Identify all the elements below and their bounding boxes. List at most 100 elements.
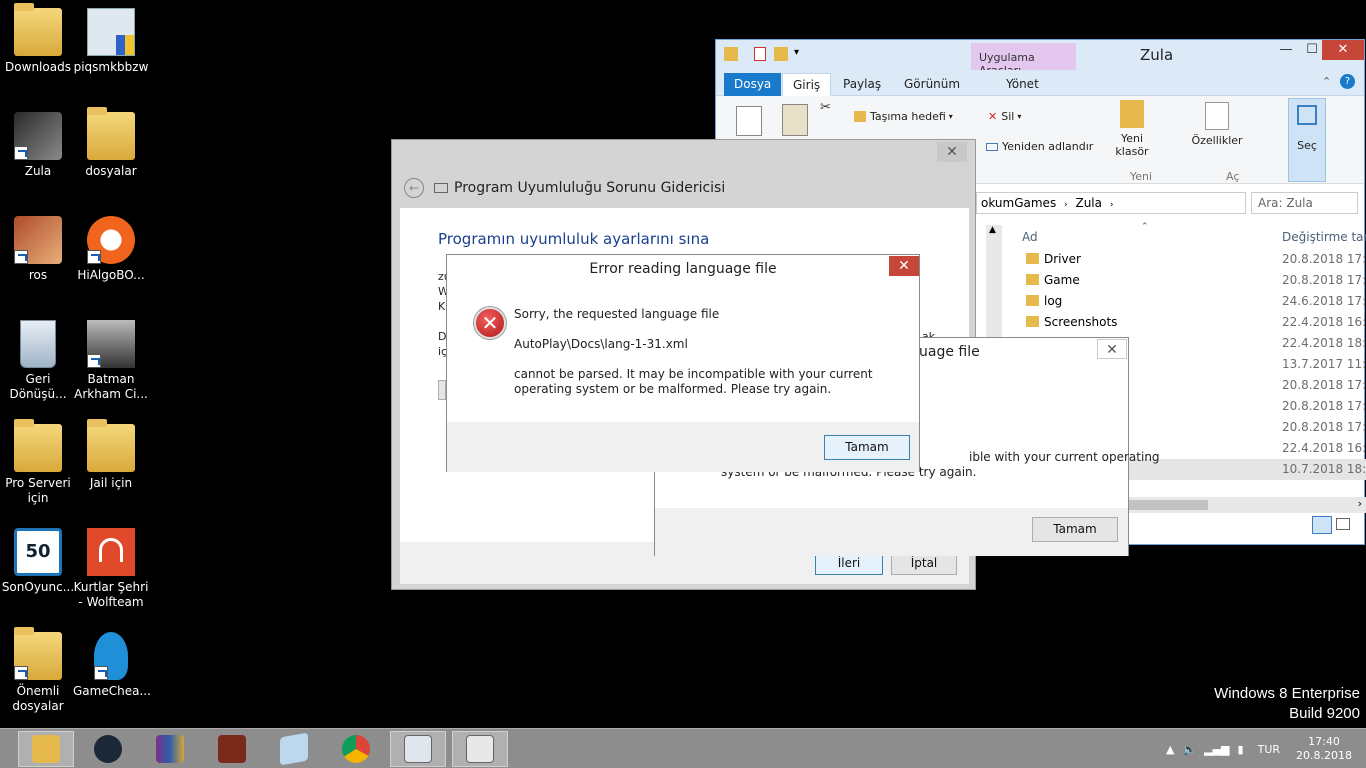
horizontal-scrollbar[interactable]: ›	[1126, 497, 1366, 513]
scissors-icon[interactable]: ✂	[820, 100, 831, 115]
folder-icon[interactable]	[724, 47, 738, 61]
delete-button[interactable]: ✕ Sil ▾	[988, 110, 1021, 123]
chevron-down-icon[interactable]: ▾	[794, 47, 799, 58]
back-arrow-icon[interactable]: ←	[404, 178, 424, 198]
desktop-icon-pro-serveri[interactable]: Pro Serveri için	[0, 419, 76, 506]
folder-icon	[14, 627, 62, 680]
file-row[interactable]: Driver 20.8.2018 17:24	[976, 249, 1366, 270]
address-bar[interactable]: okumGames › Zula ›	[976, 192, 1246, 214]
desktop-icon-hialgoboost[interactable]: HiAlgoBO...	[73, 216, 149, 283]
language-indicator[interactable]: TUR	[1258, 743, 1280, 756]
ok-button[interactable]: Tamam	[824, 435, 910, 460]
clock[interactable]: 17:40 20.8.2018	[1296, 735, 1352, 763]
desktop-icon-sonoyuncu[interactable]: 50 SonOyunc...	[0, 528, 76, 595]
troubleshooter-icon	[404, 735, 432, 763]
desktop-icon-recycle-bin[interactable]: Geri Dönüşü...	[0, 320, 76, 402]
properties-button[interactable]: Özellikler	[1190, 102, 1244, 147]
volume-icon[interactable]: 🔈	[1182, 743, 1196, 756]
sonoyuncu-icon: 50	[14, 528, 62, 576]
desktop-icon-label: Geri Dönüşü...	[9, 372, 67, 401]
rename-icon	[986, 142, 998, 151]
hialgo-flame-icon	[87, 216, 135, 264]
quick-access-toolbar[interactable]: ▾	[724, 47, 814, 63]
scroll-up-icon[interactable]: ▲	[989, 225, 996, 235]
minimize-button[interactable]: —	[1272, 40, 1300, 60]
file-date: 20.8.2018 17:19	[1282, 420, 1366, 434]
desktop-icon-downloads[interactable]: Downloads	[0, 3, 76, 75]
explorer-titlebar[interactable]: ▾ Uygulama Araçları Zula — ☐ ✕	[716, 40, 1364, 77]
dialog-titlebar[interactable]: Error reading language file ✕	[447, 255, 919, 283]
desktop-icon-batman[interactable]: Batman Arkham Ci...	[73, 320, 149, 402]
desktop-icon-label: Zula	[24, 164, 52, 178]
properties-icon[interactable]	[754, 47, 766, 61]
move-to-button[interactable]: Taşıma hedefi ▾	[854, 110, 953, 123]
copy-button[interactable]	[736, 106, 762, 136]
desktop-icon-zula[interactable]: Zula	[0, 112, 76, 179]
scroll-right-icon[interactable]: ›	[1358, 497, 1362, 510]
file-row[interactable]: Game 20.8.2018 17:34	[976, 270, 1366, 291]
error-dialog[interactable]: Error reading language file ✕ ✕ Sorry, t…	[446, 254, 920, 472]
desktop-icon-dosyalar[interactable]: dosyalar	[73, 107, 149, 179]
file-row[interactable]: Screenshots 22.4.2018 16:41	[976, 312, 1366, 333]
column-header-date[interactable]: Değiştirme tar	[1282, 230, 1366, 244]
message-path: AutoPlay\Docs\lang-1-31.xml	[514, 337, 688, 351]
select-button[interactable]: Seç	[1288, 98, 1326, 182]
column-header-name[interactable]: Ad	[1022, 230, 1038, 244]
desktop-icon-label: Kurtlar Şehri - Wolfteam	[73, 580, 149, 609]
taskbar-steam[interactable]	[80, 731, 136, 767]
taskbar-autoplay[interactable]	[452, 731, 508, 767]
network-icon[interactable]: ▂▄▆	[1204, 743, 1229, 756]
desktop-icon-gamecheater[interactable]: GameChea...	[73, 632, 151, 699]
tab-paylas[interactable]: Paylaş	[833, 73, 891, 96]
close-button[interactable]: ✕	[1097, 339, 1127, 359]
test-program-button[interactable]	[438, 380, 446, 400]
desktop-icon-piqsmkbbzw[interactable]: piqsmkbbzw	[73, 8, 149, 75]
select-label: Seç	[1297, 139, 1317, 152]
details-view-icon[interactable]	[1312, 516, 1332, 534]
context-tab-app-tools[interactable]: Uygulama Araçları	[971, 43, 1076, 77]
close-button[interactable]: ✕	[937, 142, 967, 162]
show-hidden-icons-icon[interactable]: ▲	[1166, 743, 1174, 756]
tab-giris[interactable]: Giriş	[782, 73, 832, 96]
breadcrumb-zula[interactable]: Zula	[1075, 196, 1102, 210]
taskbar-winrar[interactable]	[142, 731, 198, 767]
taskbar-compat-troubleshooter[interactable]	[390, 731, 446, 767]
chrome-icon	[342, 735, 370, 763]
new-folder-icon[interactable]	[774, 47, 788, 61]
rename-button[interactable]: Yeniden adlandır	[986, 140, 1093, 153]
close-button[interactable]: ✕	[1322, 40, 1364, 60]
taskbar-file-explorer[interactable]	[18, 731, 74, 767]
folder-icon	[1120, 100, 1144, 128]
taskbar-notepad[interactable]	[266, 731, 322, 767]
tab-gorunum[interactable]: Görünüm	[894, 73, 970, 96]
tab-dosya[interactable]: Dosya	[724, 73, 782, 96]
file-name: Game	[1044, 273, 1080, 287]
search-input[interactable]: Ara: Zula	[1251, 192, 1358, 214]
desktop-icon-jail[interactable]: Jail için	[73, 419, 149, 491]
wizard-header: ← Program Uyumluluğu Sorunu Gidericisi	[404, 178, 725, 198]
desktop-icon-wolfteam[interactable]: Kurtlar Şehri - Wolfteam	[73, 528, 149, 610]
folder-icon	[32, 735, 60, 763]
help-icon[interactable]: ?	[1340, 74, 1355, 89]
folder-icon	[854, 111, 866, 122]
large-icons-view-icon[interactable]	[1336, 518, 1350, 530]
clock-date: 20.8.2018	[1296, 749, 1352, 762]
breadcrumb-okumgames[interactable]: okumGames	[981, 196, 1056, 210]
battery-icon[interactable]: ▮	[1238, 743, 1244, 756]
breadcrumb-separator-icon: ›	[1064, 200, 1068, 210]
scroll-thumb[interactable]	[1126, 500, 1208, 510]
collapse-ribbon-icon[interactable]: ⌃	[1322, 75, 1331, 88]
paste-button[interactable]	[782, 104, 808, 136]
group-label-open: Aç	[1226, 170, 1240, 183]
close-button[interactable]: ✕	[889, 256, 919, 276]
taskbar-chrome[interactable]	[328, 731, 384, 767]
tab-yonet[interactable]: Yönet	[996, 73, 1049, 96]
file-row[interactable]: log 24.6.2018 17:27	[976, 291, 1366, 312]
chevron-down-icon: ▾	[1017, 112, 1022, 121]
ok-button[interactable]: Tamam	[1032, 517, 1118, 542]
desktop-icon-onemli-dosyalar[interactable]: Önemli dosyalar	[0, 627, 76, 714]
breadcrumb-separator-icon: ›	[1109, 200, 1114, 210]
desktop-icon-ros[interactable]: ros	[0, 216, 76, 283]
new-folder-button[interactable]: Yeni klasör	[1112, 100, 1152, 158]
taskbar-wolfteam[interactable]	[204, 731, 260, 767]
